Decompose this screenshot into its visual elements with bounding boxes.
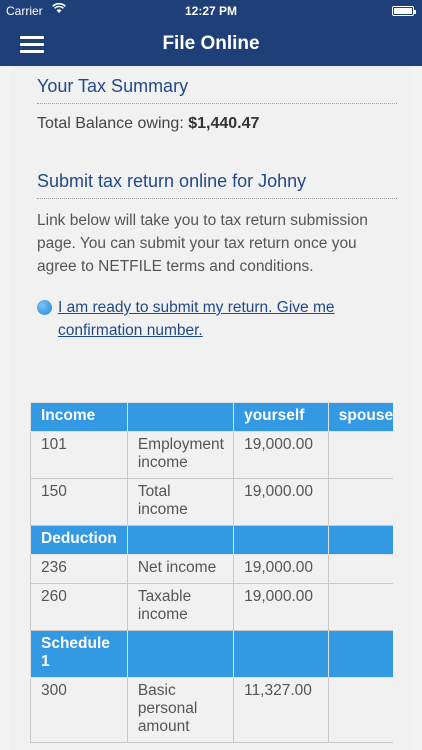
table-row: 260 Taxable income 19,000.00 xyxy=(30,583,393,631)
table-cell: 19,000.00 xyxy=(233,478,329,526)
table-cell: Deduction xyxy=(30,525,128,555)
battery-icon xyxy=(392,6,416,16)
table-cell xyxy=(327,677,393,743)
table-cell: 101 xyxy=(30,431,128,479)
table-row: 300 Basic personal amount 11,327.00 xyxy=(30,677,393,743)
header-spouse: spouse xyxy=(327,402,393,432)
table-cell: Employment income xyxy=(126,431,235,479)
table-cell: 150 xyxy=(30,478,128,526)
balance-value: $1,440.47 xyxy=(188,115,260,132)
scroll-view[interactable]: Your Tax Summary Total Balance owing: $1… xyxy=(0,66,422,750)
table-cell: 19,000.00 xyxy=(233,554,329,584)
content-card: Your Tax Summary Total Balance owing: $1… xyxy=(10,66,413,750)
table-row: 236 Net income 19,000.00 xyxy=(30,554,393,584)
table-cell xyxy=(233,525,329,555)
submit-heading: Submit tax return online for Johny xyxy=(37,171,397,199)
table-cell xyxy=(327,554,393,584)
table-cell xyxy=(327,583,393,631)
table-cell xyxy=(233,630,329,678)
bullet-icon xyxy=(37,300,52,315)
table-cell xyxy=(327,525,393,555)
submit-description: Link below will take you to tax return s… xyxy=(37,212,368,275)
balance-label: Total Balance owing: xyxy=(37,115,184,132)
table-cell: Net income xyxy=(126,554,235,584)
submit-link-row[interactable]: I am ready to submit my return. Give me … xyxy=(37,296,397,342)
header-income: Income xyxy=(30,402,128,432)
table-cell xyxy=(126,525,235,555)
table-cell xyxy=(327,431,393,479)
table-cell: Taxable income xyxy=(126,583,235,631)
tax-summary-heading: Your Tax Summary xyxy=(37,76,397,104)
navigation-bar: File Online xyxy=(0,22,422,66)
table-cell: Basic personal amount xyxy=(126,677,235,743)
balance-line: Total Balance owing: $1,440.47 xyxy=(37,115,397,133)
table-cell xyxy=(327,478,393,526)
table-cell: Total income xyxy=(126,478,235,526)
table-cell: 300 xyxy=(30,677,128,743)
table-cell: 236 xyxy=(30,554,128,584)
table-section-row: Deduction xyxy=(30,525,393,555)
table-cell: 19,000.00 xyxy=(233,431,329,479)
tax-table: Income yourself spouse 101 Employment inc… xyxy=(30,402,393,743)
table-header-row: Income yourself spouse xyxy=(30,402,393,432)
tax-table-container: Income yourself spouse 101 Employment inc… xyxy=(30,402,393,750)
header-description xyxy=(126,402,235,432)
submit-return-link[interactable]: I am ready to submit my return. Give me … xyxy=(58,299,335,339)
table-cell: 19,000.00 xyxy=(233,583,329,631)
page-title: File Online xyxy=(162,33,260,54)
header-yourself: yourself xyxy=(233,402,329,432)
table-cell: Schedule 1 xyxy=(30,630,128,678)
table-cell xyxy=(126,630,235,678)
table-row: 101 Employment income 19,000.00 xyxy=(30,431,393,479)
status-bar: Carrier 12:27 PM xyxy=(0,0,422,22)
table-cell: 260 xyxy=(30,583,128,631)
table-cell: 11,327.00 xyxy=(233,677,329,743)
table-cell xyxy=(327,630,393,678)
table-row: 150 Total income 19,000.00 xyxy=(30,478,393,526)
clock: 12:27 PM xyxy=(184,4,238,18)
table-section-row: Schedule 1 xyxy=(30,630,393,678)
